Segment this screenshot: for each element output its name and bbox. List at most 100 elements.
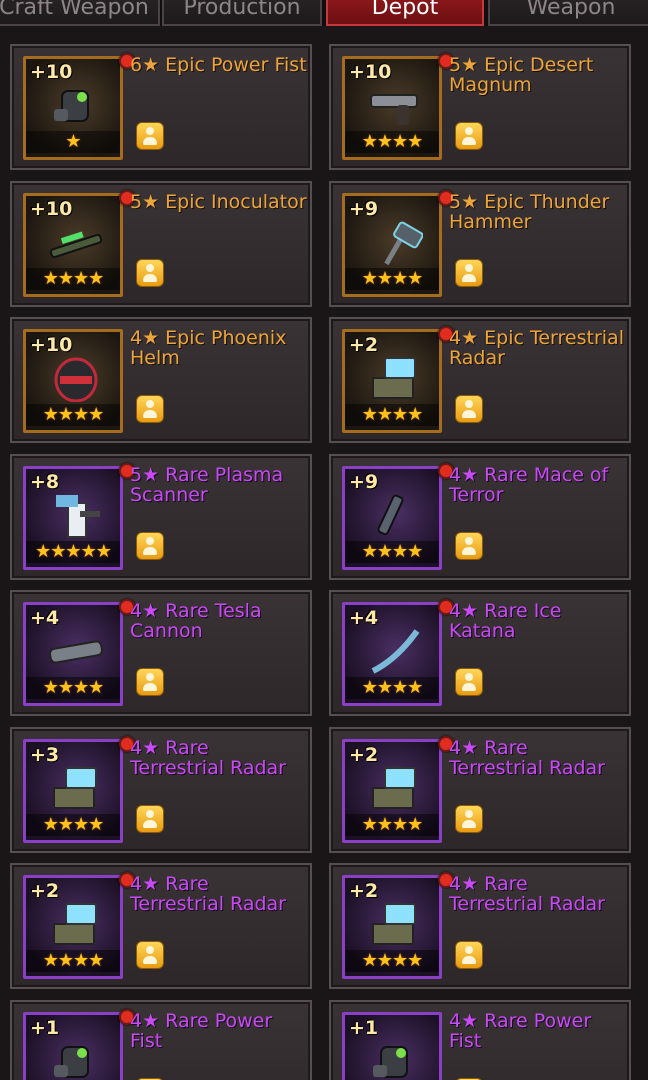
item-card[interactable]: +10 ★★★★ 4★ Epic Phoenix Helm [10, 317, 312, 443]
item-thumbnail[interactable]: +2 ★★★★ [342, 329, 442, 433]
item-thumbnail[interactable]: +9 ★★★★ [342, 465, 442, 570]
item-thumbnail[interactable]: +1 [342, 1011, 442, 1080]
item-thumbnail[interactable]: +1 [23, 1011, 123, 1080]
item-thumbnail[interactable]: +10 ★★★★ [23, 329, 123, 433]
item-thumbnail[interactable]: +8 ★★★★★ [23, 465, 123, 570]
item-name: 4★ Rare Terrestrial Radar [130, 736, 286, 779]
lock-toggle-icon[interactable] [136, 531, 164, 560]
item-name: 4★ Rare Terrestrial Radar [449, 873, 605, 915]
radar-icon [367, 902, 423, 948]
item-card[interactable]: +2 ★★★★ 4★ Epic Terrestrial Radar [329, 317, 631, 443]
item-card[interactable]: +2 ★★★★ 4★ Rare Terrestrial Radar [329, 863, 631, 989]
lock-toggle-icon[interactable] [455, 804, 483, 833]
item-card[interactable]: +9 ★★★★ 5★ Epic Thunder Hammer [329, 180, 631, 307]
cannon-icon [48, 629, 104, 675]
item-thumbnail[interactable]: +2 ★★★★ [23, 875, 123, 979]
item-card[interactable]: +10 ★★★★ 5★ Epic Desert Magnum [329, 44, 631, 170]
lock-toggle-icon[interactable] [136, 395, 164, 423]
tab-depot[interactable]: Depot [326, 0, 484, 26]
magnum-icon [367, 83, 423, 129]
lock-toggle-icon[interactable] [136, 668, 164, 696]
item-card[interactable]: +4 ★★★★ 4★ Rare Tesla Cannon [10, 590, 312, 716]
item-stars: ★★★★ [26, 677, 120, 699]
item-thumbnail[interactable]: +10 ★ [23, 56, 123, 160]
item-card[interactable]: +4 ★★★★ 4★ Rare Ice Katana [329, 590, 631, 716]
thunder-hammer-icon [367, 220, 424, 266]
item-name: 5★ Epic Desert Magnum [449, 54, 594, 96]
item-name: 4★ Rare Terrestrial Radar [449, 736, 605, 779]
item-level: +9 [349, 470, 379, 493]
item-card[interactable]: +2 ★★★★ 4★ Rare Terrestrial Radar [10, 863, 312, 989]
power-fist-icon [48, 1039, 104, 1080]
radar-icon [48, 902, 104, 948]
item-stars: ★★★★ [345, 540, 439, 563]
item-thumbnail[interactable]: +10 ★★★★ [342, 56, 442, 160]
item-name: 4★ Rare Terrestrial Radar [130, 873, 286, 915]
item-thumbnail[interactable]: +2 ★★★★ [342, 875, 442, 979]
item-stars: ★★★★ [26, 404, 120, 426]
item-card[interactable]: +1 4★ Rare Power Fist [10, 999, 312, 1080]
lock-toggle-icon[interactable] [136, 258, 164, 287]
item-stars: ★★★★ [345, 813, 439, 836]
item-level: +4 [30, 607, 60, 629]
item-level: +1 [349, 1016, 379, 1039]
power-fist-icon [48, 83, 104, 129]
item-stars: ★★★★ [26, 813, 120, 836]
inoculator-icon [48, 220, 104, 266]
lock-toggle-icon[interactable] [455, 395, 483, 423]
item-card[interactable]: +3 ★★★★ 4★ Rare Terrestrial Radar [10, 726, 312, 853]
item-thumbnail[interactable]: +10 ★★★★ [23, 192, 123, 297]
tab-bar: Craft Weapon Production Depot Weapon [0, 0, 648, 26]
item-stars: ★★★★ [345, 404, 439, 426]
item-thumbnail[interactable]: +4 ★★★★ [342, 602, 442, 706]
item-name: 4★ Epic Terrestrial Radar [449, 327, 624, 369]
item-card[interactable]: +9 ★★★★ 4★ Rare Mace of Terror [329, 453, 631, 580]
lock-toggle-icon[interactable] [455, 122, 483, 150]
item-card[interactable]: +10 ★★★★ 5★ Epic Inoculator [10, 180, 312, 307]
item-name: 5★ Epic Inoculator [130, 190, 307, 213]
power-fist-icon [367, 1039, 423, 1080]
item-name: 5★ Epic Thunder Hammer [449, 190, 610, 233]
item-name: 4★ Rare Tesla Cannon [130, 600, 262, 642]
tab-weapon[interactable]: Weapon [488, 0, 648, 26]
radar-icon [367, 766, 423, 812]
katana-icon [367, 629, 423, 675]
item-name: 4★ Rare Ice Katana [449, 600, 562, 642]
lock-toggle-icon[interactable] [455, 258, 483, 287]
tab-craft-weapon[interactable]: Craft Weapon [0, 0, 160, 26]
item-stars: ★★★★★ [26, 540, 120, 563]
item-level: +2 [349, 743, 379, 766]
item-stars: ★★★★ [345, 950, 439, 972]
item-card[interactable]: +8 ★★★★★ 5★ Rare Plasma Scanner [10, 453, 312, 580]
item-thumbnail[interactable]: +4 ★★★★ [23, 602, 123, 706]
item-thumbnail[interactable]: +3 ★★★★ [23, 738, 123, 843]
item-card[interactable]: +10 ★ 6★ Epic Power Fist [10, 44, 312, 170]
item-stars: ★★★★ [345, 131, 439, 153]
item-stars: ★ [26, 131, 120, 153]
lock-toggle-icon[interactable] [136, 122, 164, 150]
item-level: +4 [349, 607, 379, 629]
item-name: 4★ Rare Mace of Terror [449, 463, 609, 506]
item-name: 4★ Rare Power Fist [130, 1009, 273, 1052]
lock-toggle-icon[interactable] [136, 804, 164, 833]
item-level: +2 [349, 334, 379, 356]
lock-toggle-icon[interactable] [136, 941, 164, 969]
radar-icon [48, 766, 104, 812]
plasma-scanner-icon [48, 493, 104, 539]
lock-toggle-icon[interactable] [455, 531, 483, 560]
item-level: +10 [30, 61, 73, 83]
lock-toggle-icon[interactable] [455, 941, 483, 969]
item-level: +9 [349, 197, 379, 220]
item-name: 4★ Epic Phoenix Helm [130, 327, 287, 369]
item-card[interactable]: +1 4★ Rare Power Fist [329, 999, 631, 1080]
helm-icon [48, 356, 104, 403]
item-thumbnail[interactable]: +9 ★★★★ [342, 192, 442, 297]
item-card[interactable]: +2 ★★★★ 4★ Rare Terrestrial Radar [329, 726, 631, 853]
lock-toggle-icon[interactable] [455, 668, 483, 696]
radar-icon [367, 356, 423, 402]
item-name: 4★ Rare Power Fist [449, 1009, 592, 1052]
tab-production[interactable]: Production [162, 0, 322, 26]
item-thumbnail[interactable]: +2 ★★★★ [342, 738, 442, 843]
item-name: 5★ Rare Plasma Scanner [130, 463, 284, 506]
item-level: +10 [30, 197, 73, 220]
